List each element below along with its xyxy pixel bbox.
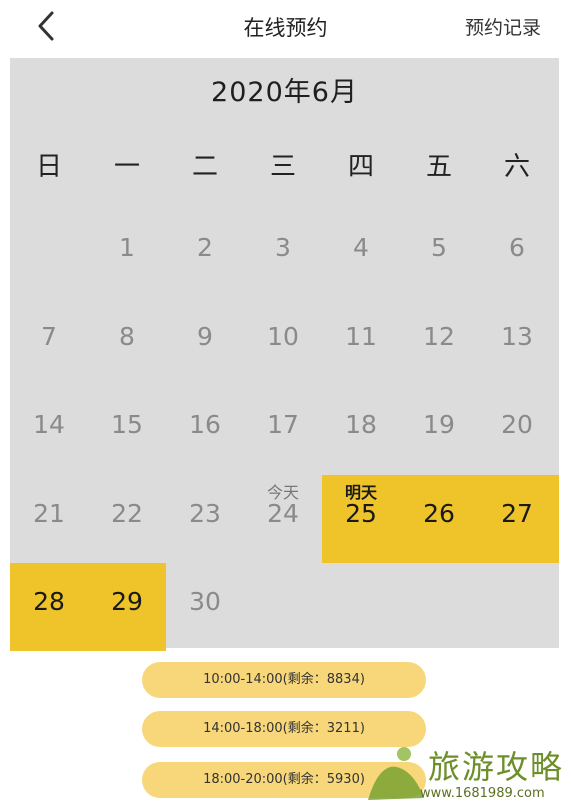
calendar-day[interactable]: 9 [166, 298, 244, 386]
calendar-day[interactable]: 29 [88, 563, 166, 651]
highlight-edge [556, 474, 559, 563]
calendar-day[interactable]: 10 [244, 298, 322, 386]
calendar-day[interactable]: 8 [88, 298, 166, 386]
day-number: 26 [423, 498, 455, 528]
calendar-day[interactable]: 15 [88, 386, 166, 474]
calendar-month-title: 2020年6月 [211, 77, 358, 108]
weekday-label: 日 [35, 152, 62, 182]
day-number: 22 [111, 498, 143, 528]
calendar-day[interactable]: 20 [478, 386, 556, 474]
day-number: 17 [267, 410, 299, 439]
booking-records-link[interactable]: 预约记录 [465, 13, 541, 40]
day-number: 2 [197, 233, 213, 262]
day-number: 11 [345, 321, 377, 351]
calendar-day[interactable]: 明天 25 [322, 474, 400, 563]
day-number: 3 [275, 233, 291, 262]
day-number: 27 [501, 498, 533, 528]
calendar-day[interactable]: 今天 24 [244, 475, 322, 563]
calendar-day[interactable]: 14 [10, 386, 88, 474]
day-number: 1 [119, 233, 135, 262]
calendar-day[interactable]: 17 [244, 386, 322, 474]
day-number: 4 [353, 233, 369, 262]
day-number: 12 [423, 321, 455, 351]
watermark-url: www.1681989.com [420, 786, 545, 801]
day-number: 30 [189, 587, 221, 616]
day-number: 6 [509, 233, 525, 262]
day-number: 9 [197, 321, 213, 351]
weekday-label: 二 [191, 152, 218, 182]
calendar-day[interactable]: 7 [10, 298, 88, 386]
calendar-day[interactable]: 5 [400, 209, 478, 297]
time-slot-button[interactable]: 10:00-14:00(剩余：8834) [142, 662, 426, 698]
calendar-day[interactable]: 4 [322, 209, 400, 297]
weekday-label: 五 [425, 152, 452, 182]
day-number: 10 [267, 321, 299, 351]
calendar-day[interactable]: 23 [166, 475, 244, 563]
day-number: 16 [189, 410, 221, 439]
calendar-day[interactable]: 26 [400, 474, 478, 563]
calendar-day[interactable]: 16 [166, 386, 244, 474]
day-number: 24 [267, 498, 299, 528]
day-number: 19 [423, 410, 455, 439]
day-number: 23 [189, 498, 221, 528]
day-number: 8 [119, 321, 135, 351]
day-number: 7 [41, 321, 57, 351]
calendar-day[interactable]: 30 [166, 563, 244, 651]
calendar-day[interactable]: 12 [400, 298, 478, 386]
calendar-day[interactable]: 19 [400, 386, 478, 474]
calendar-day[interactable]: 21 [10, 475, 88, 563]
day-number: 20 [501, 410, 533, 439]
calendar-day[interactable]: 28 [10, 563, 88, 651]
calendar: 2020年6月 日一二三四五六 1 2 3 4 5 6 7 8 9 10 11 12 13 14 15 16 1… [10, 58, 559, 651]
day-number: 15 [111, 410, 143, 439]
day-number: 13 [501, 321, 533, 351]
calendar-day[interactable]: 27 [478, 474, 556, 563]
time-slot-button[interactable]: 14:00-18:00(剩余：3211) [142, 711, 426, 747]
day-number: 14 [33, 410, 65, 439]
calendar-day[interactable]: 1 [88, 209, 166, 297]
day-number: 5 [431, 233, 447, 262]
calendar-day[interactable]: 13 [478, 298, 556, 386]
weekday-label: 三 [269, 152, 296, 182]
top-nav-bar: 在线预约 预约记录 [0, 0, 571, 58]
calendar-day[interactable]: 6 [478, 209, 556, 297]
calendar-day[interactable]: 2 [166, 209, 244, 297]
calendar-day[interactable]: 18 [322, 386, 400, 474]
weekday-label: 六 [503, 152, 530, 182]
calendar-day[interactable]: 11 [322, 298, 400, 386]
weekday-label: 四 [347, 152, 374, 182]
calendar-day[interactable]: 3 [244, 209, 322, 297]
weekday-label: 一 [113, 152, 140, 182]
calendar-day[interactable]: 22 [88, 475, 166, 563]
time-slot-button[interactable]: 18:00-20:00(剩余：5930) [142, 762, 426, 798]
day-number: 25 [345, 498, 377, 528]
day-number: 28 [33, 587, 65, 616]
day-number: 21 [33, 498, 65, 528]
watermark-text: 旅游攻略 [428, 748, 565, 786]
day-number: 29 [111, 587, 143, 616]
day-number: 18 [345, 410, 377, 439]
